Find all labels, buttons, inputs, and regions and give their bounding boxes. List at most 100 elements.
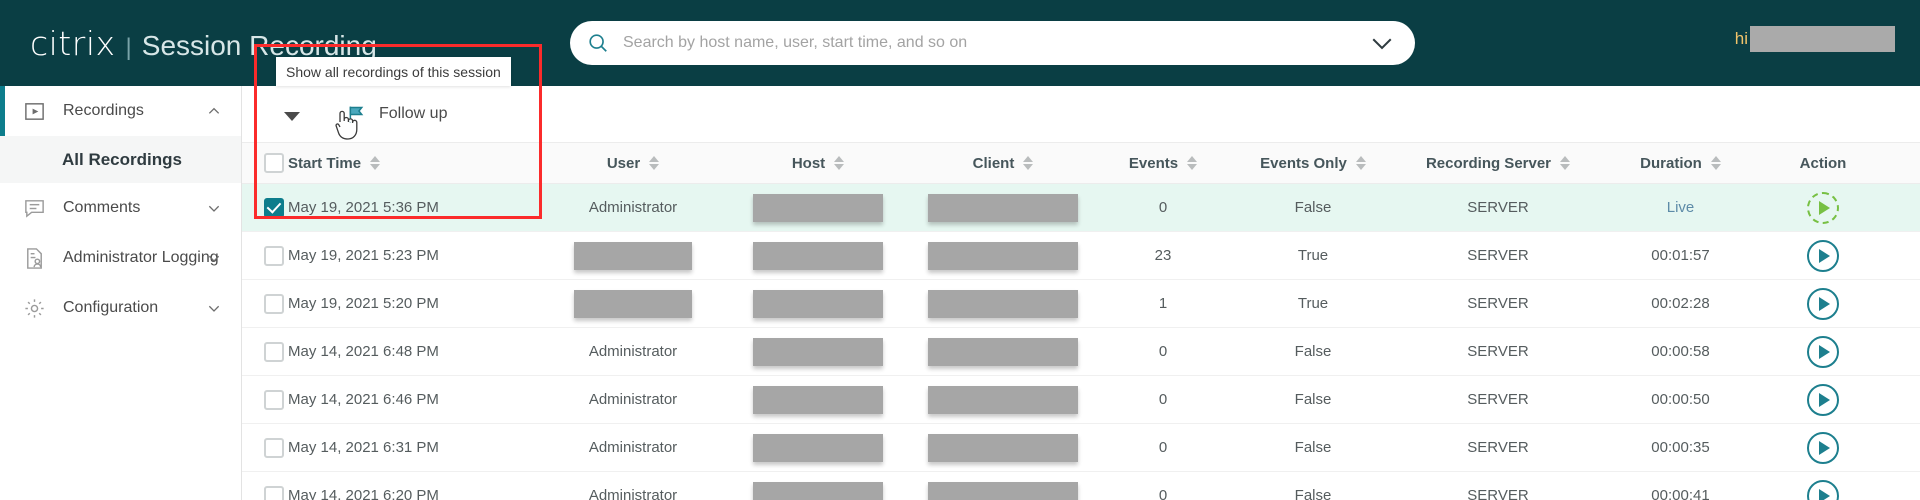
cell-recording-server: SERVER [1398,487,1598,500]
sort-icon[interactable] [1711,156,1721,170]
start-time-value: May 19, 2021 5:23 PM [288,247,439,264]
row-checkbox[interactable] [264,294,284,314]
row-checkbox[interactable] [264,486,284,500]
table-row[interactable]: May 19, 2021 5:20 PM1TrueSERVER00:02:28 [242,280,1920,328]
table-row[interactable]: May 14, 2021 6:20 PMAdministrator0FalseS… [242,472,1920,500]
cell-host [728,386,908,414]
header-cell-events[interactable]: Events [1098,155,1228,172]
row-checkbox[interactable] [264,246,284,266]
table-row[interactable]: May 14, 2021 6:48 PMAdministrator0FalseS… [242,328,1920,376]
row-select-cell [242,246,288,266]
start-time-value: May 19, 2021 5:20 PM [288,295,439,312]
cell-client [908,434,1098,462]
caret-down-icon[interactable] [284,112,300,121]
cell-start-time: May 19, 2021 5:20 PM [288,295,538,312]
row-select-cell [242,198,288,218]
log-person-icon [22,246,47,271]
sidebar-item-comments[interactable]: Comments [0,183,241,233]
redacted-value [753,386,883,414]
sidebar-item-administrator-logging[interactable]: Administrator Logging [0,233,241,283]
cell-duration: 00:02:28 [1598,295,1763,312]
sort-icon[interactable] [834,156,844,170]
events-only-value: False [1295,439,1332,456]
header-cell-user[interactable]: User [538,155,728,172]
start-time-value: May 14, 2021 6:31 PM [288,439,439,456]
cell-events: 0 [1098,199,1228,216]
table-row[interactable]: May 14, 2021 6:31 PMAdministrator0FalseS… [242,424,1920,472]
sidebar: Recordings All Recordings Comments [0,86,242,500]
user-greeting[interactable]: hi [1735,26,1920,52]
duration-value: 00:01:57 [1651,247,1709,264]
sidebar-item-recordings[interactable]: Recordings [0,86,241,136]
column-label: Duration [1640,155,1702,172]
play-button[interactable] [1807,384,1839,416]
cell-user-wrap [538,242,728,270]
row-checkbox[interactable] [264,438,284,458]
cell-duration: Live [1598,199,1763,216]
row-checkbox[interactable] [264,390,284,410]
sort-icon[interactable] [1560,156,1570,170]
chevron-up-icon[interactable] [207,104,221,118]
sort-icon[interactable] [649,156,659,170]
redacted-value [928,194,1078,222]
row-checkbox[interactable] [264,342,284,362]
redacted-value [928,434,1078,462]
header-select-all-cell [242,153,288,173]
chevron-down-icon[interactable] [207,251,221,265]
gear-icon [22,296,47,321]
redacted-value [753,194,883,222]
server-value: SERVER [1467,247,1528,264]
header-cell-host[interactable]: Host [728,155,908,172]
sort-icon[interactable] [370,156,380,170]
sidebar-subitem-label: All Recordings [62,150,182,170]
cell-events: 0 [1098,343,1228,360]
events-only-value: True [1298,295,1328,312]
play-button[interactable] [1807,288,1839,320]
chevron-down-icon[interactable] [1367,28,1397,58]
play-button[interactable] [1807,432,1839,464]
cell-action [1763,240,1883,272]
search-bar[interactable] [570,21,1415,65]
chevron-down-icon[interactable] [207,301,221,315]
play-button[interactable] [1807,480,1839,500]
column-label: User [607,155,640,172]
sort-icon[interactable] [1023,156,1033,170]
start-time-value: May 14, 2021 6:20 PM [288,487,439,500]
follow-up-button[interactable]: Follow up [346,104,447,125]
chevron-down-icon[interactable] [207,201,221,215]
cell-start-time: May 14, 2021 6:20 PM [288,487,538,500]
play-button[interactable] [1807,192,1839,224]
cell-duration: 00:00:50 [1598,391,1763,408]
cell-start-time: May 14, 2021 6:48 PM [288,343,538,360]
cell-events: 1 [1098,295,1228,312]
header-cell-start-time[interactable]: Start Time [288,155,538,172]
sort-icon[interactable] [1356,156,1366,170]
events-value: 0 [1159,391,1167,408]
sidebar-item-label: Recordings [63,102,144,120]
search-input[interactable] [623,34,1367,52]
select-all-checkbox[interactable] [264,153,284,173]
events-only-value: False [1295,343,1332,360]
table-header-row: Start Time User Host Client Events Event… [242,142,1920,184]
server-value: SERVER [1467,439,1528,456]
header-cell-events-only[interactable]: Events Only [1228,155,1398,172]
table-row[interactable]: May 14, 2021 6:46 PMAdministrator0FalseS… [242,376,1920,424]
table-row[interactable]: May 19, 2021 5:36 PMAdministrator0FalseS… [242,184,1920,232]
play-button[interactable] [1807,240,1839,272]
header-cell-duration[interactable]: Duration [1598,155,1763,172]
column-label: Events Only [1260,155,1347,172]
header-cell-client[interactable]: Client [908,155,1098,172]
cell-client [908,482,1098,500]
cell-recording-server: SERVER [1398,199,1598,216]
greeting-label: hi [1735,29,1748,49]
sort-icon[interactable] [1187,156,1197,170]
table-row[interactable]: May 19, 2021 5:23 PM23TrueSERVER00:01:57 [242,232,1920,280]
duration-value: 00:02:28 [1651,295,1709,312]
play-button[interactable] [1807,336,1839,368]
redacted-username [1750,26,1895,52]
cell-recording-server: SERVER [1398,247,1598,264]
sidebar-item-configuration[interactable]: Configuration [0,283,241,333]
row-checkbox[interactable] [264,198,284,218]
header-cell-recording-server[interactable]: Recording Server [1398,155,1598,172]
sidebar-item-all-recordings[interactable]: All Recordings [0,136,241,183]
